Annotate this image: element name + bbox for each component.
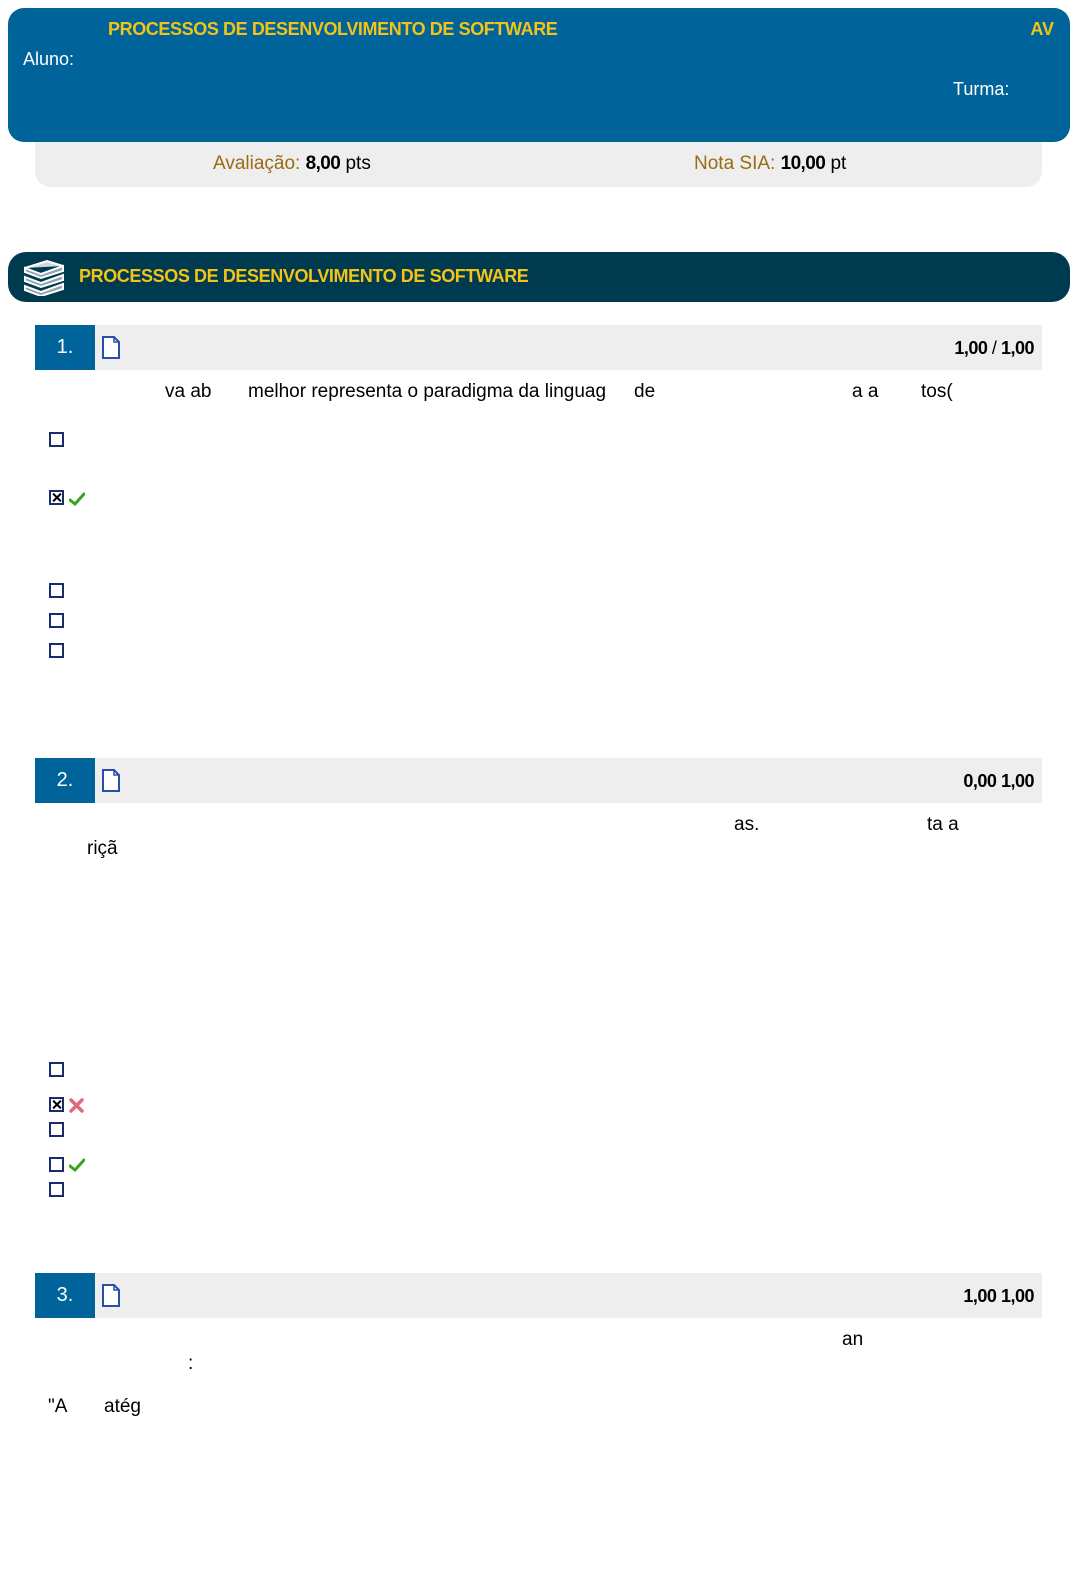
section-header: PROCESSOS DE DESENVOLVIMENTO DE SOFTWARE <box>8 252 1070 302</box>
question-text-fragment: melhor representa o paradigma da linguag <box>248 381 607 402</box>
option-checkbox[interactable] <box>49 1182 64 1197</box>
option-checkbox[interactable] <box>49 583 64 598</box>
option-checkbox[interactable] <box>49 432 64 447</box>
question-text-fragment: va ab <box>165 381 212 402</box>
question-text-fragment: tos( <box>921 381 953 402</box>
nota-value: 10,00 <box>780 153 826 174</box>
option-checkbox-checked[interactable] <box>49 1097 64 1112</box>
question-text-fragment: : <box>188 1353 194 1374</box>
wrong-icon <box>69 1097 84 1118</box>
score-max: 1,00 <box>1000 338 1035 358</box>
document-icon[interactable] <box>101 1284 121 1312</box>
avaliacao-label: Avaliação: <box>213 153 301 174</box>
option-checkbox[interactable] <box>49 1157 64 1172</box>
avaliacao-score: Avaliação: 8,00 pts <box>213 153 371 175</box>
option-checkbox-checked[interactable] <box>49 490 64 505</box>
score-obtained: 1,00 <box>954 338 988 358</box>
score-max: 1,00 <box>1000 771 1035 791</box>
document-icon[interactable] <box>101 336 121 364</box>
option-checkbox[interactable] <box>49 643 64 658</box>
nota-unit: pt <box>830 153 847 174</box>
document-icon[interactable] <box>101 769 121 797</box>
question-score: 0,00 1,00 <box>963 771 1034 792</box>
nota-label: Nota SIA: <box>694 153 776 174</box>
question-number: 1. <box>35 325 95 370</box>
avaliacao-value: 8,00 <box>305 153 341 174</box>
scores-bar: Avaliação: 8,00 pts Nota SIA: 10,00 pt <box>35 142 1042 187</box>
class-label: Turma: <box>953 79 1010 99</box>
option-checkbox[interactable] <box>49 1122 64 1137</box>
nota-sia-score: Nota SIA: 10,00 pt <box>694 153 846 175</box>
score-separator: / <box>991 338 997 358</box>
question-3-header: 3. 1,00 1,00 <box>35 1273 1042 1318</box>
exam-header: PROCESSOS DE DESENVOLVIMENTO DE SOFTWARE… <box>8 8 1070 142</box>
student-label: Aluno: <box>23 49 75 69</box>
books-icon <box>21 258 67 301</box>
question-number: 3. <box>35 1273 95 1318</box>
question-text-fragment: a a <box>852 381 879 402</box>
question-text-fragment: atég <box>104 1396 141 1417</box>
score-obtained: 0,00 <box>963 771 997 791</box>
avaliacao-unit: pts <box>345 153 371 174</box>
correct-icon <box>68 1156 86 1177</box>
score-obtained: 1,00 <box>963 1286 997 1306</box>
question-text-fragment: ta a <box>927 814 959 835</box>
option-checkbox[interactable] <box>49 613 64 628</box>
option-checkbox[interactable] <box>49 1062 64 1077</box>
course-title: PROCESSOS DE DESENVOLVIMENTO DE SOFTWARE <box>108 19 558 39</box>
question-text-fragment: riçã <box>87 838 118 859</box>
score-max: 1,00 <box>1000 1286 1035 1306</box>
question-text-fragment: as. <box>734 814 760 835</box>
question-score: 1,00 1,00 <box>963 1286 1034 1307</box>
question-text-fragment: an <box>842 1329 864 1350</box>
question-2-header: 2. 0,00 1,00 <box>35 758 1042 803</box>
correct-icon <box>68 490 86 511</box>
question-text-fragment: "A <box>48 1396 68 1417</box>
question-number: 2. <box>35 758 95 803</box>
section-title: PROCESSOS DE DESENVOLVIMENTO DE SOFTWARE <box>79 266 529 286</box>
question-text-fragment: de <box>634 381 656 402</box>
exam-type: AV <box>1030 19 1054 39</box>
question-1-header: 1. 1,00 / 1,00 <box>35 325 1042 370</box>
question-score: 1,00 / 1,00 <box>954 338 1034 359</box>
